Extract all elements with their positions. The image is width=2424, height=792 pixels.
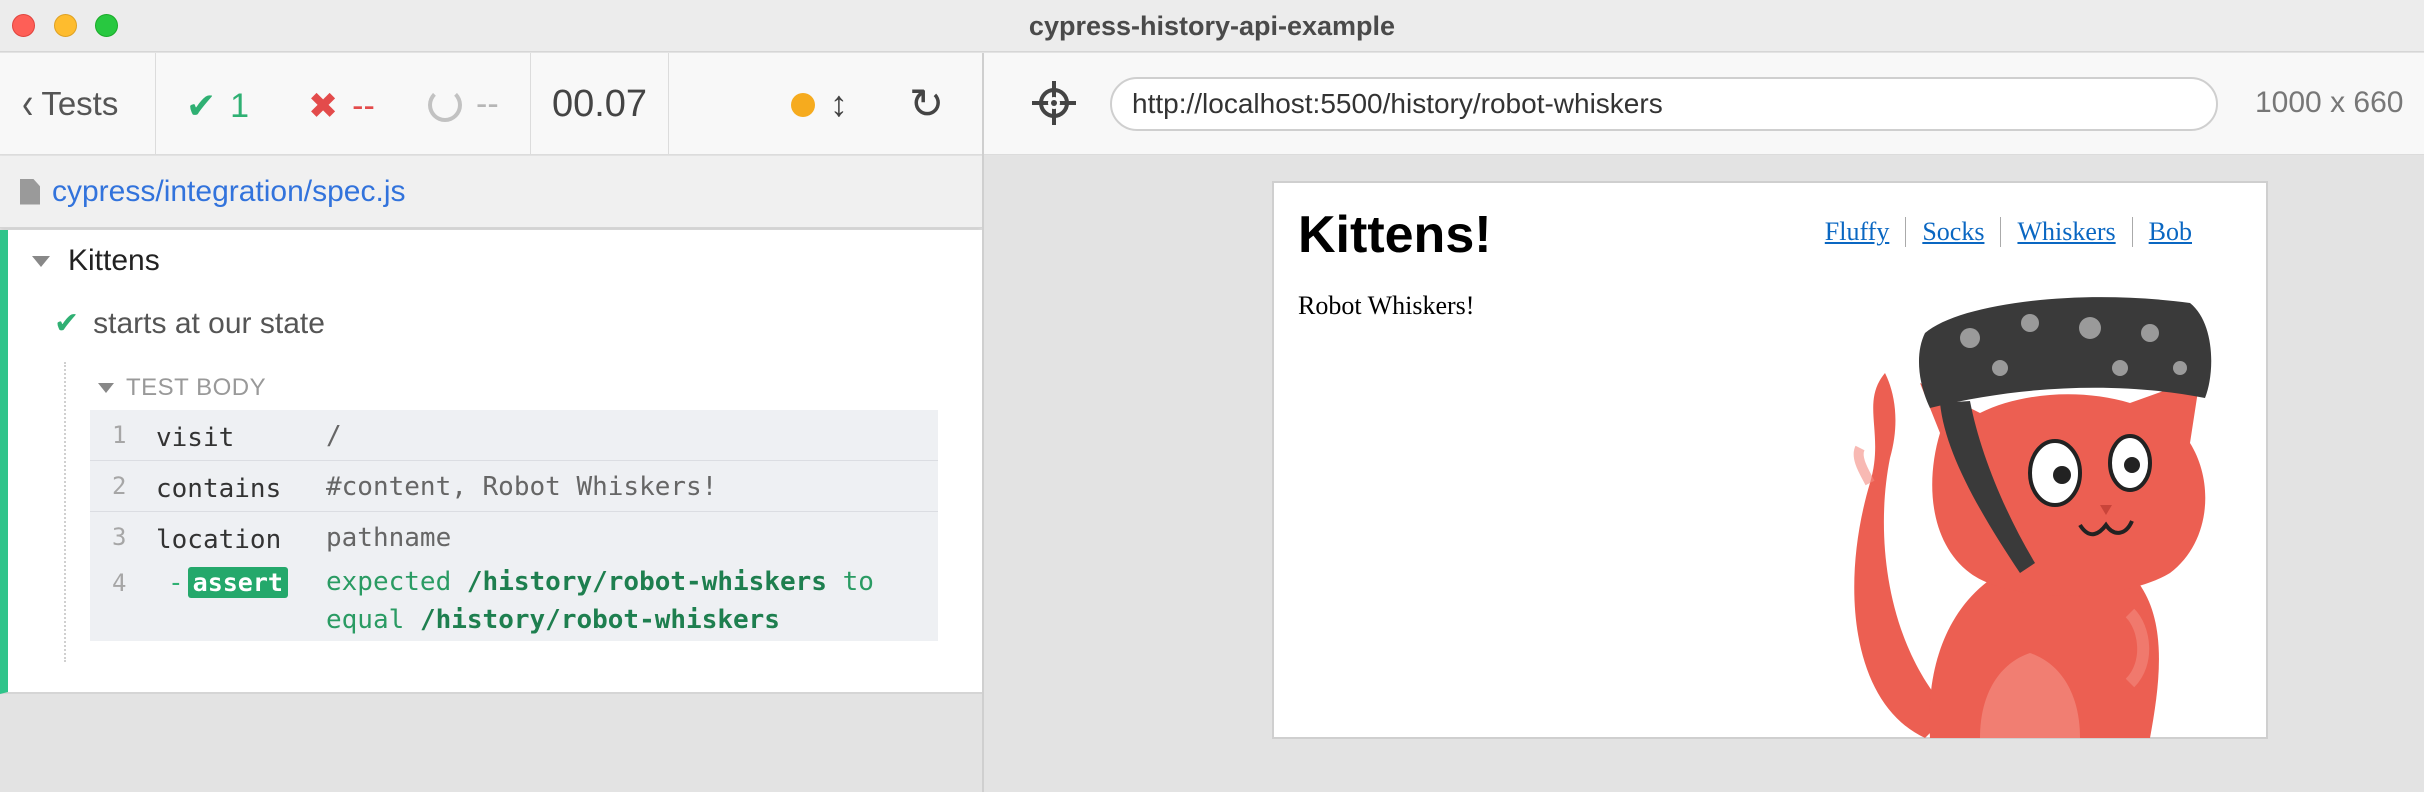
passed-stat: ✔ 1 [186,85,249,127]
nav-link-socks[interactable]: Socks [1905,217,2000,247]
assert-command-name: - assert [168,567,288,598]
reporter-controls: ↕ ↻ [669,53,982,155]
assert-actual-value: /history/robot-whiskers [466,567,827,597]
window-titlebar: cypress-history-api-example [0,0,2424,52]
robot-whiskers-kitten-image [1853,297,2212,738]
nav-link-fluffy[interactable]: Fluffy [1809,217,1906,247]
assert-word-expected: expected [326,567,452,597]
kitten-nav: Fluffy Socks Whiskers Bob [1809,217,2208,247]
reporter-panel: ‹ Tests ✔ 1 ✖ -- -- 00.07 ↕ ↻ cypress/in… [0,53,982,792]
check-icon: ✔ [186,85,217,126]
test-body-toggle[interactable]: TEST BODY [98,374,266,402]
assert-command-row[interactable]: 4 - assert expected /history/robot-whisk… [90,563,938,641]
command-number: 2 [112,472,127,500]
duration: 00.07 [531,53,669,155]
stats: ✔ 1 ✖ -- -- [156,53,531,155]
reload-icon[interactable]: ↻ [909,79,944,128]
spec-file-bar: cypress/integration/spec.js [0,156,982,228]
spec-file-link[interactable]: cypress/integration/spec.js [52,175,406,209]
nav-link-whiskers[interactable]: Whiskers [2000,217,2131,247]
aut-area: Kittens! Fluffy Socks Whiskers Bob Robot… [984,156,2424,792]
command-row[interactable]: 1 visit / [90,410,938,461]
tests-back-button[interactable]: ‹ Tests [0,53,156,155]
command-message: pathname [326,523,452,553]
page-content: Robot Whiskers! [1298,291,1475,320]
caret-down-icon [32,255,50,267]
running-indicator-icon [791,93,815,117]
assert-message: expected /history/robot-whiskers to equa… [326,563,926,639]
assert-word-to: to [842,567,874,597]
test-title-label: starts at our state [93,306,325,340]
aut-header: http://localhost:5500/history/robot-whis… [984,53,2424,155]
command-message: / [326,421,342,451]
tests-label: Tests [41,85,119,122]
pending-stat: -- [428,85,499,124]
command-number: 1 [112,421,127,449]
pending-count: -- [476,85,499,123]
viewport-size: 1000 x 660 [2255,86,2404,119]
command-number: 4 [112,569,127,597]
page-title: Kittens! [1298,206,1492,264]
command-number: 3 [112,523,127,551]
crosshair-icon[interactable] [1032,81,1076,125]
assert-word-equal: equal [326,605,405,635]
chevron-left-icon: ‹ [22,78,34,129]
passed-count: 1 [230,86,250,125]
url-field[interactable]: http://localhost:5500/history/robot-whis… [1110,77,2218,131]
up-down-arrow-icon[interactable]: ↕ [830,83,848,125]
caret-down-icon [98,383,114,393]
assert-prefix: - [168,567,184,598]
command-name: visit [156,423,235,453]
command-row[interactable]: 3 location pathname [90,512,938,563]
suite-title[interactable]: Kittens [32,244,160,278]
failed-stat: ✖ -- [308,85,375,127]
file-icon [20,178,40,205]
assert-badge: assert [187,567,288,598]
suite-title-label: Kittens [68,244,160,277]
reporter-header: ‹ Tests ✔ 1 ✖ -- -- 00.07 ↕ ↻ [0,53,982,155]
test-body-label: TEST BODY [126,374,267,401]
spinner-icon [428,87,462,122]
nav-link-bob[interactable]: Bob [2131,217,2208,247]
command-message: #content, Robot Whiskers! [326,472,718,502]
command-name: location [156,525,282,555]
failed-count: -- [352,86,375,125]
command-row[interactable]: 2 contains #content, Robot Whiskers! [90,461,938,512]
window-title: cypress-history-api-example [1028,11,1396,41]
command-name: contains [156,474,282,504]
test-body: TEST BODY 1 visit / 2 contains #content,… [64,362,944,662]
test-title[interactable]: ✔ starts at our state [54,306,325,341]
aut-iframe: Kittens! Fluffy Socks Whiskers Bob Robot… [1272,181,2268,739]
x-icon: ✖ [308,85,339,126]
suite-panel: Kittens ✔ starts at our state TEST BODY … [0,230,982,694]
assert-expected-value: /history/robot-whiskers [419,605,780,635]
check-icon: ✔ [54,307,80,340]
command-list: 1 visit / 2 contains #content, Robot Whi… [90,410,938,641]
